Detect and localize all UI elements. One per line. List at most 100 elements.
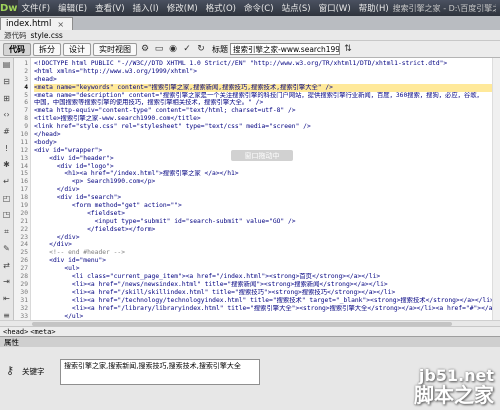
syntax-error-icon[interactable]: ✱ [2,160,12,170]
indent-icon[interactable]: ⇥ [2,277,12,287]
document-tab-strip: index.html × [0,16,500,30]
menu-item[interactable]: 修改(M) [163,2,202,14]
document-title-input[interactable]: 搜索引擎之家-www.search1990 [230,43,340,55]
code-line[interactable]: </div> [34,234,492,242]
code-line[interactable]: <form method="get" action=""> [34,202,492,210]
close-icon[interactable]: × [57,20,64,29]
code-line[interactable]: <fieldset> [34,210,492,218]
line-number: 22 [20,225,28,233]
line-number: 4 [24,83,28,91]
code-line[interactable]: <!DOCTYPE html PUBLIC "-//W3C//DTD XHTML… [34,60,492,68]
line-number: 6 [24,99,28,107]
split-view-button[interactable]: 拆分 [33,42,61,56]
code-view-button[interactable]: 代码 [3,42,31,56]
keywords-label: 关键字 [22,367,45,376]
recent-snippets-icon[interactable]: ✎ [2,244,12,254]
line-number: 13 [20,154,28,162]
code-line[interactable]: <li><a href="/news/newsindex.html" title… [34,281,492,289]
line-number: 5 [24,91,28,99]
menu-item[interactable]: 帮助(H) [355,2,393,14]
refresh-icon[interactable]: ↻ [195,43,207,55]
multiscreen-icon[interactable]: ▭ [153,43,165,55]
code-editor: ▤ ⊟ ⊞ ‹› # ! ✱ ↵ ◰ ◳ ⌗ ✎ ⇄ ⇥ ⇤ ≡ 1234567… [0,58,500,327]
wrap-tag-icon[interactable]: ⌗ [2,227,12,237]
code-line[interactable]: 中国，中国搜索等搜索引擎的使用技巧，搜索引擎相关技术，搜索引擎大全。" /> [34,99,492,107]
word-wrap-icon[interactable]: ↵ [2,177,12,187]
menu-item[interactable]: 编辑(E) [54,2,91,14]
tag-selector-item[interactable]: <meta> [30,328,55,336]
code-line[interactable]: <head> [34,76,492,84]
line-number: 24 [20,241,28,249]
file-management-icon[interactable]: ⇅ [342,43,354,55]
live-view-button[interactable]: 实时视图 [93,42,137,56]
related-source-code[interactable]: 源代码 [4,30,27,41]
watermark-site: jb51.net [418,366,494,385]
menu-bar: Dw 文件(F) 编辑(E) 查看(V) 插入(I) 修改(M) 格式(O) 命令(C) 站点… [0,0,500,16]
code-line[interactable]: <p> Search1990.com</p> [34,178,492,186]
keywords-field[interactable]: 搜索引擎之家,搜索新闻,搜索技巧,搜索技术,搜索引擎大全 [60,359,260,385]
code-line[interactable]: </ul> [34,313,492,321]
select-parent-tag-icon[interactable]: ‹› [2,110,12,120]
code-line[interactable]: <div id="search"> [34,194,492,202]
menu-item[interactable]: 文件(F) [18,2,55,14]
tab-index-html[interactable]: index.html × [0,17,74,30]
code-line[interactable]: <link href="style.css" rel="stylesheet" … [34,123,492,131]
check-page-icon[interactable]: ✓ [181,43,193,55]
design-view-button[interactable]: 设计 [63,42,91,56]
code-line[interactable]: <li><a href="/skill/skillindex.html" tit… [34,289,492,297]
code-line[interactable]: <h1><a href="/index.html">搜索引擎之家 </a></h… [34,170,492,178]
code-line[interactable]: <!-- end #header --> [34,249,492,257]
tab-label: index.html [6,19,52,29]
inspect-icon[interactable]: ⚙ [139,43,151,55]
line-number: 29 [20,280,28,288]
code-line[interactable]: <title>搜索引擎之家-www.search1990.com</title> [34,115,492,123]
line-number: 31 [20,296,28,304]
properties-panel-header[interactable]: 属性 [0,336,500,347]
code-line[interactable]: <input type="submit" id="search-submit" … [34,218,492,226]
open-documents-icon[interactable]: ▤ [2,60,12,70]
highlight-invalid-icon[interactable]: ! [2,143,12,153]
menu-item[interactable]: 命令(C) [240,2,278,14]
line-number: 19 [20,202,28,210]
code-line[interactable]: <div id="logo"> [34,163,492,171]
code-line[interactable]: </div> [34,241,492,249]
code-line[interactable]: </fieldset></form> [34,226,492,234]
code-line[interactable]: <body> [34,139,492,147]
properties-panel: ⚷ 关键字 搜索引擎之家,搜索新闻,搜索技巧,搜索技术,搜索引擎大全 jb51.… [0,347,500,410]
vertical-scrollbar[interactable] [492,58,500,320]
menu-item[interactable]: 查看(V) [91,2,128,14]
format-source-icon[interactable]: ≡ [2,310,12,320]
watermark: jb51.net 脚本之家 [414,366,494,407]
comment-icon[interactable]: ◰ [2,193,12,203]
related-file-style-css[interactable]: style.css [31,31,63,40]
window-title: 搜索引擎之家 - D:\百度引擎之家\index.html [392,3,496,13]
outdent-icon[interactable]: ⇤ [2,294,12,304]
menu-item[interactable]: 格式(O) [202,2,240,14]
code-line[interactable]: <li class="current_page_item"><a href="/… [34,273,492,281]
code-line[interactable]: </div> [34,186,492,194]
code-line[interactable]: <li><a href="/library/libraryindex.html"… [34,305,492,313]
line-number: 20 [20,209,28,217]
menu-item[interactable]: 插入(I) [129,2,163,14]
menu-item[interactable]: 窗口(W) [315,2,355,14]
line-number: 16 [20,178,28,186]
drag-ghost-tooltip: 窗口拖动中 [231,150,293,161]
code-line[interactable]: <li><a href="/technology/technologyindex… [34,297,492,305]
code-line[interactable]: <html xmlns="http://www.w3.org/1999/xhtm… [34,68,492,76]
code-line[interactable]: </head> [34,131,492,139]
move-css-icon[interactable]: ⇄ [2,260,12,270]
code-line[interactable]: <meta name="keywords" content="搜索引擎之家,搜索… [34,83,492,92]
code-line[interactable]: <ul> [34,265,492,273]
remove-comment-icon[interactable]: ◳ [2,210,12,220]
collapse-tag-icon[interactable]: ⊟ [2,77,12,87]
browser-preview-icon[interactable]: ◉ [167,43,179,55]
key-icon: ⚷ [6,364,15,377]
tag-selector-item[interactable]: <head> [3,328,28,336]
code-line[interactable]: <meta http-equiv="content-type" content=… [34,107,492,115]
code-line[interactable]: <meta name="description" content="搜索引擎之家… [34,92,492,100]
code-area[interactable]: 窗口拖动中 <!DOCTYPE html PUBLIC "-//W3C//DTD… [31,58,492,320]
expand-all-icon[interactable]: ⊞ [2,93,12,103]
code-line[interactable]: <div id="menu"> [34,257,492,265]
menu-item[interactable]: 站点(S) [278,2,315,14]
line-numbers-icon[interactable]: # [2,127,12,137]
